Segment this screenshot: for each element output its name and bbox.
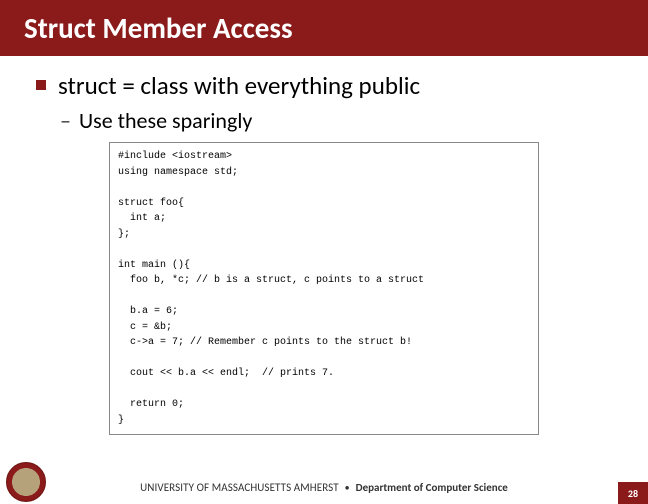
footer-department: Department of Computer Science	[356, 481, 508, 494]
code-line: cout << b.a << endl; // prints 7.	[118, 368, 334, 379]
bullet-main: struct = class with everything public	[36, 70, 612, 101]
code-line: b.a = 6;	[118, 306, 178, 317]
bullet-main-text: struct = class with everything public	[58, 70, 420, 101]
code-line: };	[118, 229, 130, 240]
code-block: #include <iostream> using namespace std;…	[109, 142, 539, 435]
code-line: #include <iostream>	[118, 151, 232, 162]
university-seal-icon	[6, 462, 46, 502]
page-number: 28	[618, 482, 648, 504]
title-bar: Struct Member Access	[0, 0, 648, 56]
bullet-sub: – Use these sparingly	[60, 107, 612, 134]
footer-text: UNIVERSITY OF MASSACHUSETTS AMHERST • De…	[140, 481, 508, 496]
slide-title: Struct Member Access	[24, 10, 293, 46]
footer-university: UNIVERSITY OF MASSACHUSETTS AMHERST	[140, 481, 339, 494]
footer-separator: •	[345, 481, 350, 494]
bullet-sub-text: Use these sparingly	[79, 107, 252, 134]
code-line: return 0;	[118, 399, 184, 410]
square-bullet-icon	[36, 80, 46, 90]
code-line: c->a = 7; // Remember c points to the st…	[118, 337, 412, 348]
footer: UNIVERSITY OF MASSACHUSETTS AMHERST • De…	[0, 472, 648, 504]
code-line: using namespace std;	[118, 167, 238, 178]
content-area: struct = class with everything public – …	[0, 56, 648, 435]
dash-icon: –	[60, 107, 71, 134]
code-line: c = &b;	[118, 322, 172, 333]
code-line: int a;	[118, 213, 166, 224]
code-line: struct foo{	[118, 198, 184, 209]
code-line: int main (){	[118, 260, 190, 271]
code-line: foo b, *c; // b is a struct, c points to…	[118, 275, 424, 286]
code-line: }	[118, 415, 124, 426]
